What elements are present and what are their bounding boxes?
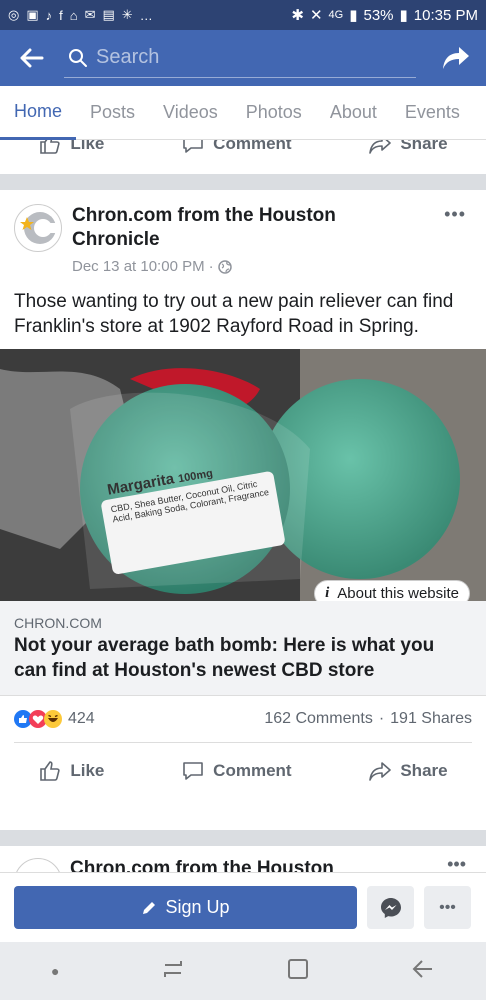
separator-dot: ·	[378, 710, 385, 727]
tab-home[interactable]: Home	[0, 86, 77, 140]
reaction-icons[interactable]: 424	[14, 710, 95, 728]
tab-events[interactable]: Events	[391, 86, 474, 140]
home-button[interactable]	[287, 958, 309, 985]
recents-icon	[164, 960, 183, 977]
whatsapp-icon: ◎	[8, 7, 21, 22]
dot-icon: ●	[50, 963, 60, 979]
home-square-icon	[288, 958, 309, 979]
app-icon: ▣	[26, 7, 40, 22]
about-website-button[interactable]: i About this website	[314, 580, 470, 601]
share-button[interactable]: Share	[368, 140, 448, 155]
bluetooth-icon: ✱	[291, 7, 304, 24]
haha-reaction-icon	[44, 710, 62, 728]
reaction-count: 424	[68, 710, 95, 727]
separator-dot: ·	[208, 258, 214, 275]
back-arrow-icon	[20, 48, 44, 68]
notification-icons: ◎ ▣ ♪ f ⌂ ✉ ▤ ✳ …	[8, 7, 154, 23]
post-card: Chron.com from the Houston Chronicle Dec…	[0, 190, 486, 830]
signal-icon: ▮	[349, 7, 358, 24]
bottom-cta-bar: Sign Up •••	[0, 872, 486, 942]
network-label: 4G	[328, 9, 344, 21]
comment-button[interactable]: Comment	[181, 760, 292, 782]
back-button[interactable]	[0, 30, 64, 86]
sign-up-button[interactable]: Sign Up	[14, 886, 357, 929]
post-actions: Like Comment Share	[0, 743, 486, 799]
recents-button[interactable]	[161, 959, 185, 984]
link-title: Not your average bath bomb: Here is what…	[14, 635, 435, 681]
home-icon: ⌂	[69, 7, 79, 23]
thumbs-up-icon	[40, 761, 61, 781]
pencil-icon	[143, 901, 156, 914]
tab-about[interactable]: About	[316, 86, 391, 140]
share-icon	[369, 140, 392, 154]
page-tabs: Home Posts Videos Photos About Events	[0, 86, 486, 140]
chron-logo-icon	[20, 212, 57, 244]
app-bar	[0, 30, 486, 86]
post-timestamp[interactable]: Dec 13 at 10:00 PM	[72, 258, 205, 275]
clock: 10:35 PM	[413, 6, 478, 24]
share-icon	[369, 762, 392, 781]
thumbs-up-icon	[40, 140, 61, 154]
globe-icon	[217, 259, 232, 274]
battery-label: 53%	[363, 6, 394, 24]
back-nav-icon	[412, 959, 433, 978]
share-button[interactable]: Share	[368, 760, 448, 782]
mail-icon: ✉	[84, 7, 97, 22]
link-preview-image[interactable]: Margarita 100mg CBD, Shea Butter, Coconu…	[0, 349, 486, 601]
android-nav-bar: ●	[0, 942, 486, 1000]
search-bar[interactable]	[64, 38, 416, 78]
like-button[interactable]: Like	[38, 759, 104, 783]
more-notifications-icon: …	[139, 7, 154, 23]
like-button[interactable]: Like	[38, 140, 104, 156]
previous-post-actions: Like Comment Share	[0, 140, 486, 174]
status-bar: ◎ ▣ ♪ f ⌂ ✉ ▤ ✳ … ✱ ✕ 4G ▮ 53% ▮ 10:35 P…	[0, 0, 486, 30]
search-input[interactable]	[92, 46, 416, 69]
search-icon	[64, 48, 92, 68]
share-page-button[interactable]	[426, 30, 486, 86]
avatar[interactable]	[14, 204, 62, 252]
mute-icon: ✕	[309, 7, 323, 24]
more-button[interactable]: •••	[424, 886, 471, 929]
tiktok-icon: ♪	[45, 7, 54, 23]
comment-count[interactable]: 162 Comments	[264, 710, 373, 728]
post-text: Those wanting to try out a new pain reli…	[14, 291, 454, 337]
comment-icon	[183, 140, 203, 153]
facebook-icon: f	[59, 7, 64, 23]
comment-button[interactable]: Comment	[181, 140, 292, 155]
reactions-bar: 424 162 Comments · 191 Shares	[0, 696, 486, 742]
share-count[interactable]: 191 Shares	[390, 710, 472, 728]
link-preview[interactable]: CHRON.COM Not your average bath bomb: He…	[0, 601, 486, 696]
share-arrow-icon	[443, 47, 469, 69]
messenger-icon	[380, 897, 401, 918]
info-icon: i	[325, 585, 330, 601]
gallery-icon: ▤	[102, 7, 116, 22]
messenger-button[interactable]	[367, 886, 414, 929]
comment-icon	[183, 762, 203, 780]
star-icon: ✳	[121, 7, 134, 22]
back-nav-button[interactable]	[411, 959, 435, 984]
battery-icon: ▮	[399, 7, 408, 24]
tab-photos[interactable]: Photos	[232, 86, 316, 140]
post-author[interactable]: Chron.com from the Houston Chronicle	[72, 204, 402, 252]
tab-posts[interactable]: Posts	[76, 86, 149, 140]
more-options-button[interactable]: •••	[444, 204, 466, 225]
link-domain: CHRON.COM	[14, 615, 102, 631]
tab-videos[interactable]: Videos	[149, 86, 232, 140]
